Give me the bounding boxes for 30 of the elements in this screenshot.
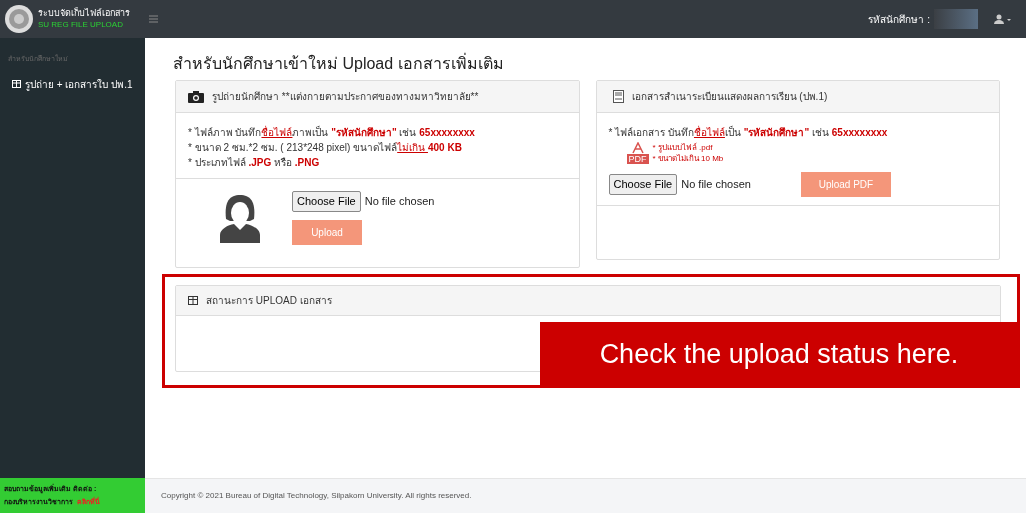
redacted-id — [934, 9, 978, 29]
file-status-text: No file chosen — [681, 177, 751, 193]
pdf-note: * รูปแบบไฟล์ .pdf — [652, 142, 714, 153]
user-menu-icon[interactable] — [994, 14, 1014, 24]
panel-title: รูปถ่ายนักศึกษา **แต่งกายตามประกาศของทางมหาวิทยาลัย** — [212, 90, 479, 104]
panel-title: สถานะการ UPLOAD เอกสาร — [206, 294, 332, 308]
file-status-text: No file chosen — [364, 194, 435, 209]
annotation-text: Check the upload status here. — [599, 337, 959, 371]
seal-logo-icon — [4, 4, 34, 34]
app-title: ระบบจัดเก็บไฟล์เอกสาร — [38, 8, 130, 19]
instruction-text: * ขนาด 2 ซม.*2 ซม. ( 213*248 pixel) ขนาดไฟล์ไม่เกิน 400 KB — [188, 141, 463, 155]
app-subtitle: SU REG FILE UPLOAD — [38, 19, 124, 30]
table-icon — [12, 80, 21, 88]
copyright-text: Copyright © 2021 Bureau of Digital Technology, Silpakorn University. All rights reserved. — [161, 490, 472, 502]
pdf-label: PDF — [626, 154, 649, 164]
pdf-icon — [630, 142, 645, 154]
table-icon — [188, 296, 198, 305]
camera-icon — [188, 90, 204, 103]
pdf-note: * ขนาดไม่เกิน 10 Mb — [652, 153, 724, 164]
student-id-label: รหัสนักศึกษา : — [868, 12, 930, 27]
female-avatar-icon — [218, 192, 262, 243]
document-icon — [612, 90, 624, 103]
instruction-text: * ประเภทไฟล์ .JPG หรือ .PNG — [188, 156, 321, 170]
page-title: สำหรับนักศึกษาเข้าใหม่ Upload เอกสารเพิ่มเติม — [173, 54, 505, 74]
instruction-text: * ไฟล์เอกสาร บันทึกชื่อไฟล์เป็น "รหัสนักศึกษา" เช่น 65xxxxxxxx — [608, 125, 889, 140]
choose-file-button[interactable]: Choose File — [292, 191, 361, 212]
choose-file-button[interactable]: Choose File — [608, 174, 678, 195]
sidebar-item[interactable]: รูปถ่าย + เอกสารใบ ปพ.1 — [0, 68, 145, 100]
panel-title: เอกสารสำเนาระเบียนแสดงผลการเรียน (ปพ.1) — [631, 90, 828, 104]
instruction-text: * ไฟล์ภาพ บันทึกชื่อไฟล์ภาพเป็น "รหัสนักศึกษา" เช่น 65xxxxxxxx — [188, 125, 476, 140]
